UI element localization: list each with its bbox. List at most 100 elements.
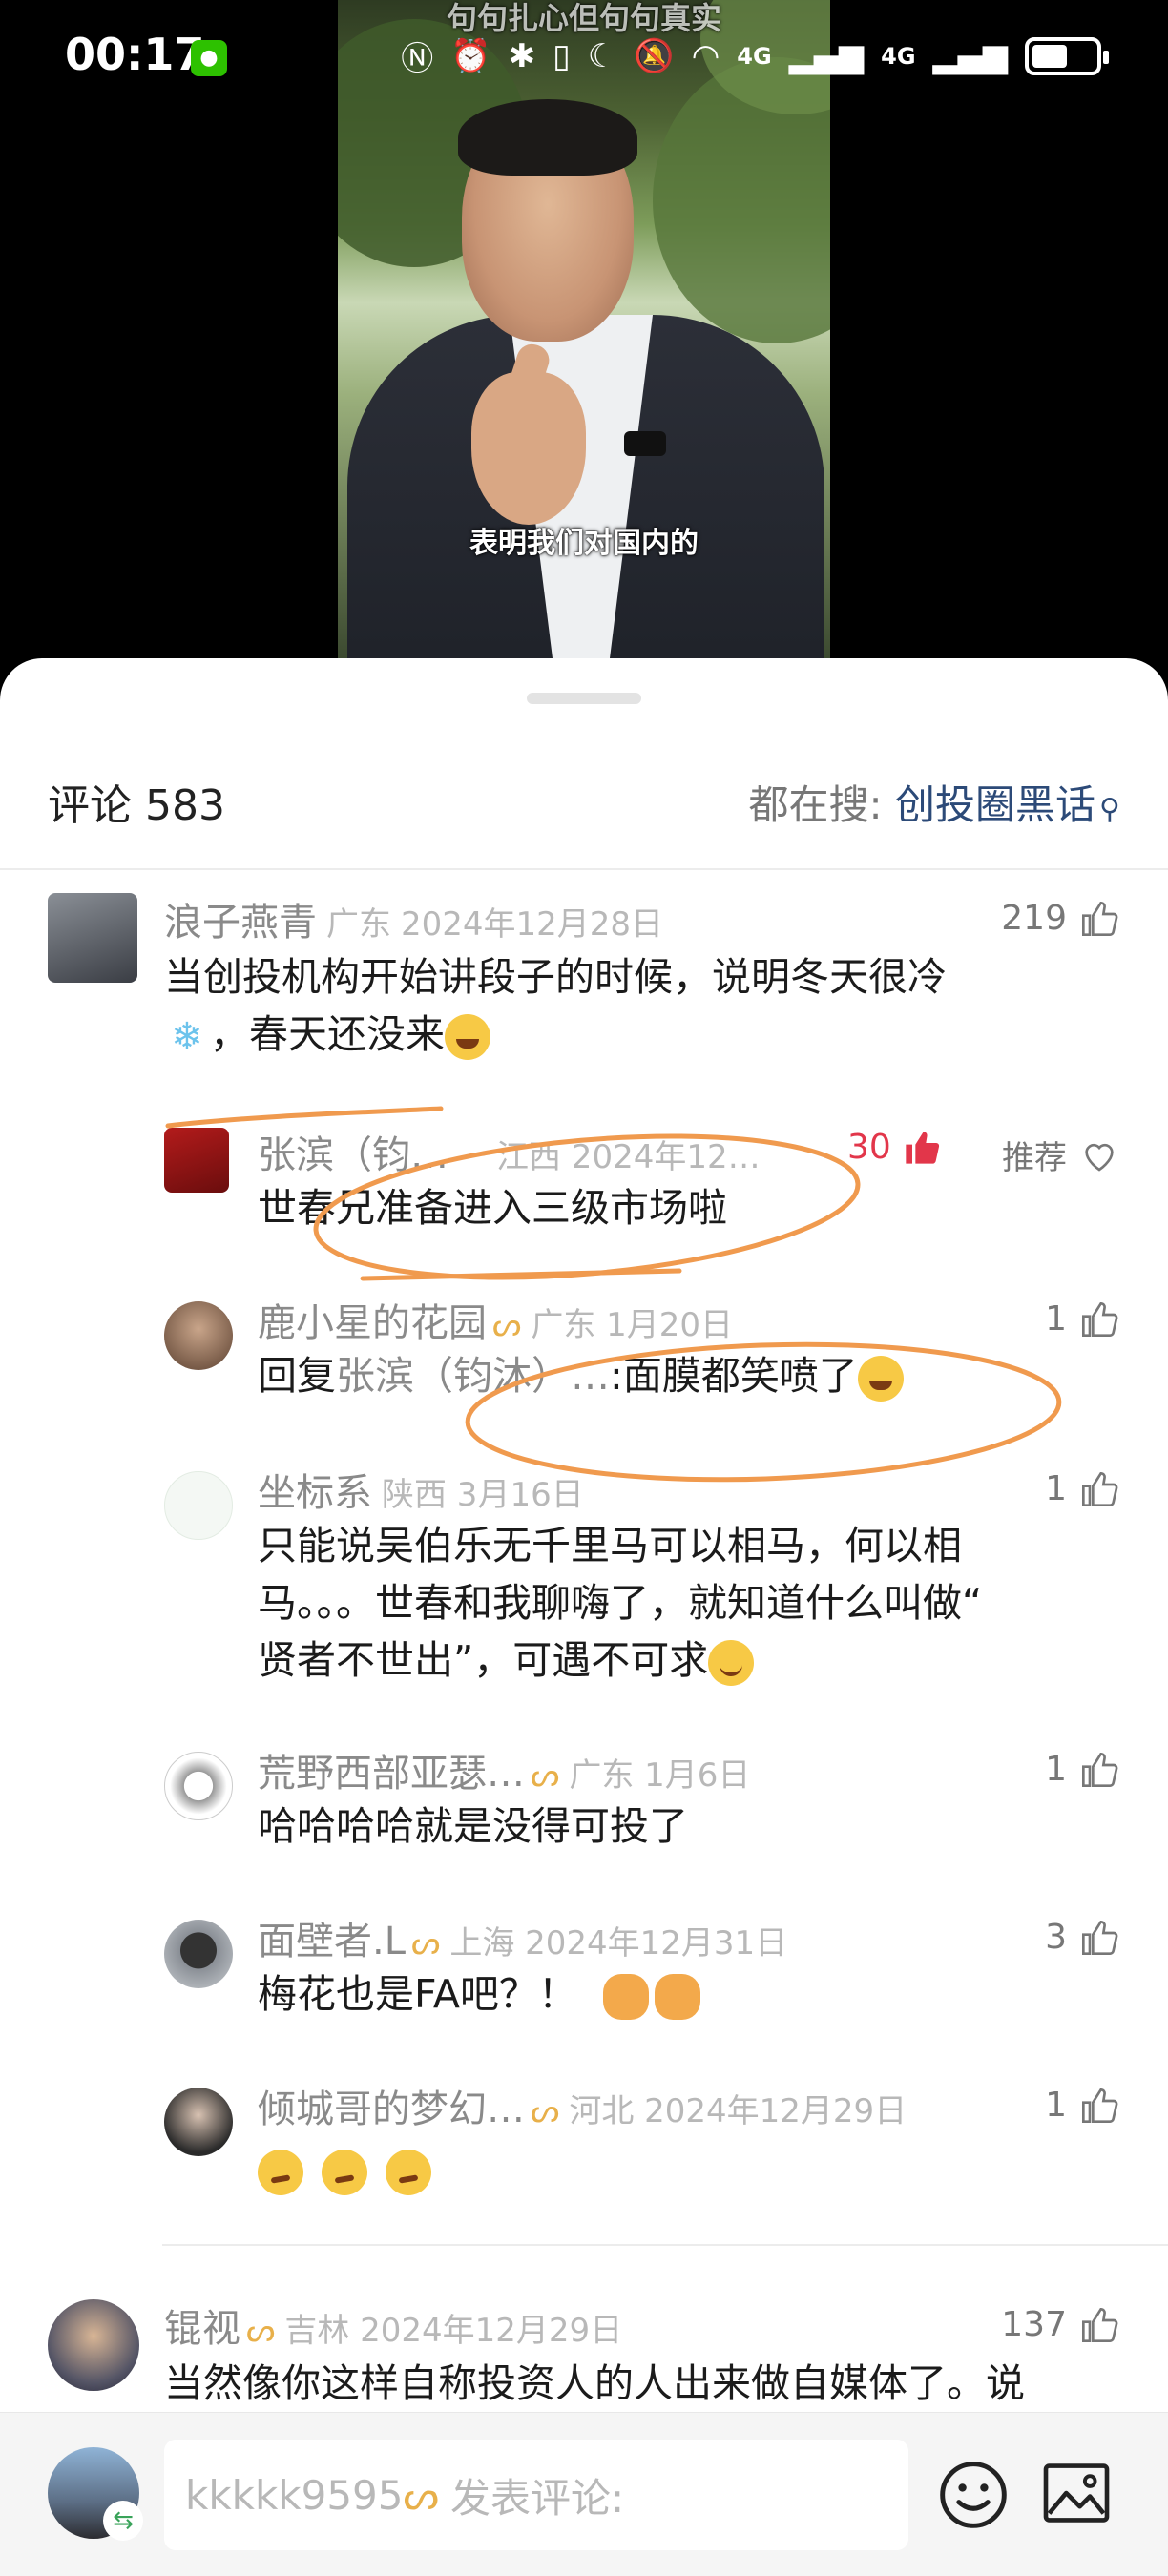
wifi-icon: ◠ (691, 36, 720, 75)
avatar[interactable] (164, 1471, 233, 1540)
status-icons: Ⓝ ⏰ ✱ ▯ ☾ 🔕 ◠ 4G ▂▄▆ 4G ▂▄▆ (401, 32, 1109, 79)
thumbs-up-icon (1082, 1920, 1118, 1955)
comment-meta: 上海 2024年12月31日 (449, 1924, 788, 1963)
hot-search-link[interactable]: 都在搜: 创投圈黑话 ⚲ (748, 773, 1120, 831)
doge-emoji (602, 1974, 649, 2020)
like-button[interactable]: 137 (1001, 2305, 1118, 2344)
like-count: 1 (1045, 1299, 1067, 1339)
author-name[interactable]: 鹿小星的花园 (258, 1301, 487, 1345)
avatar[interactable] (164, 1920, 233, 1988)
video-subtitle: 表明我们对国内的 (469, 527, 699, 560)
author-name[interactable]: 浪子燕青 (164, 901, 317, 945)
input-username: kkkkk9595 (185, 2471, 404, 2519)
thumbs-up-icon (1082, 1752, 1118, 1787)
moon-icon: ☾ (587, 36, 617, 75)
battery-icon (1025, 36, 1109, 75)
author-name[interactable]: 荒野西部亚瑟… (258, 1752, 525, 1796)
author-name[interactable]: 面壁者.L (258, 1920, 406, 1963)
comment-text: 哈哈哈哈就是没得可投了 (258, 1803, 688, 1849)
like-button-active[interactable]: 30 (847, 1128, 941, 1167)
network-4g-1: 4G (737, 42, 772, 70)
comment-meta: 江西 2024年12… (496, 1138, 761, 1176)
like-button[interactable]: 1 (1045, 1299, 1118, 1339)
comment-text-line: 贤者不世出”，可遇不可求 (258, 1637, 709, 1683)
image-icon[interactable] (1042, 2462, 1111, 2524)
thumbs-up-icon (1082, 1301, 1118, 1337)
avatar[interactable] (164, 1752, 233, 1820)
author-name[interactable]: 倾城哥的梦幻… (258, 2088, 525, 2131)
infinity-badge-icon: ᔕ (492, 1306, 522, 1344)
recommend-button[interactable]: 推荐 (1002, 1132, 1118, 1178)
signal-icon-2: ▂▄▆ (932, 36, 1008, 75)
thumbs-up-icon (1082, 2088, 1118, 2123)
header-divider (0, 868, 1168, 870)
recommend-label: 推荐 (1002, 1139, 1067, 1177)
avatar[interactable] (48, 893, 137, 983)
thinking-emoji (386, 2150, 432, 2195)
author-name[interactable]: 锟视 (164, 2307, 240, 2351)
snowflake-emoji: ❄ (171, 1015, 203, 1059)
thumbs-up-icon (1082, 1471, 1118, 1506)
like-button[interactable]: 1 (1045, 1469, 1118, 1508)
nfc-icon: Ⓝ (401, 40, 434, 78)
like-button[interactable]: 219 (1001, 899, 1118, 938)
comment-author[interactable]: 荒野西部亚瑟… ᔕ 广东 1月6日 (258, 1742, 750, 1797)
comment-count: 评论 583 (48, 781, 225, 830)
mute-icon: 🔕 (634, 36, 675, 75)
reply-prefix: 回复 (258, 1353, 336, 1399)
comment-author[interactable]: 倾城哥的梦幻… ᔕ 河北 2024年12月29日 (258, 2078, 907, 2133)
hot-search-term[interactable]: 创投圈黑话 (895, 781, 1095, 828)
comment-text: 当然像你这样自称投资人的人出来做自媒体了。说 (164, 2360, 1025, 2406)
author-name[interactable]: 坐标系 (258, 1471, 372, 1515)
comment-author[interactable]: 锟视 ᔕ 吉林 2024年12月29日 (164, 2297, 622, 2353)
comment-text-line: 梅花也是FA吧？！ (258, 1971, 577, 2017)
comment-text (258, 2141, 1116, 2198)
reply-target[interactable]: 张滨（钧沐）… (336, 1353, 610, 1399)
comment-text-line: :面膜都笑喷了 (610, 1353, 858, 1399)
switch-account-icon[interactable]: ⇆ (103, 2501, 143, 2541)
infinity-badge-icon: ᔕ (246, 2312, 276, 2350)
comment-input-bar: ⇆ kkkkk9595 ᔕ 发表评论: (0, 2412, 1168, 2576)
comment-author[interactable]: 坐标系 陕西 3月16日 (258, 1462, 584, 1517)
comment-text: 回复张滨（钧沐）…:面膜都笑喷了 (258, 1347, 1116, 1404)
alarm-icon: ⏰ (450, 36, 491, 75)
comment-author[interactable]: 鹿小星的花园 ᔕ 广东 1月20日 (258, 1292, 733, 1347)
comment-text: 只能说吴伯乐无千里马可以相马，何以相 马。。。世春和我聊嗨了，就知道什么叫做“ … (258, 1517, 1126, 1689)
smile-emoji (708, 1640, 755, 1686)
smiley-icon[interactable] (937, 2459, 1010, 2531)
wechat-icon: ● (191, 40, 227, 76)
doge-emoji (654, 1974, 700, 2020)
input-placeholder: 发表评论: (449, 2474, 625, 2522)
comment-text-line: 当创投机构开始讲段子的时候，说明冬天很冷 (164, 954, 947, 1000)
presenter-hand (471, 372, 586, 525)
laughing-crying-emoji (445, 1014, 490, 1060)
comment-author[interactable]: 浪子燕青 广东 2024年12月28日 (164, 891, 663, 946)
status-time: 00:17 (65, 29, 205, 80)
comment-text-line: 马。。。世春和我聊嗨了，就知道什么叫做“ (258, 1580, 983, 1626)
like-button[interactable]: 3 (1045, 1918, 1118, 1957)
author-name[interactable]: 张滨（钧… (258, 1133, 448, 1177)
like-count: 1 (1045, 1750, 1067, 1789)
lapel-mic (624, 431, 666, 456)
comment-author[interactable]: 面壁者.L ᔕ 上海 2024年12月31日 (258, 1910, 787, 1965)
signal-icon: ▂▄▆ (788, 36, 865, 75)
comment-text-line: 只能说吴伯乐无千里马可以相马，何以相 (258, 1523, 962, 1568)
comment-input[interactable]: kkkkk9595 ᔕ 发表评论: (164, 2440, 908, 2550)
sheet-drag-handle[interactable] (527, 693, 641, 704)
infinity-badge-icon: ᔕ (411, 1924, 441, 1963)
like-count: 30 (847, 1128, 891, 1167)
comment-meta: 河北 2024年12月29日 (569, 2092, 907, 2130)
status-bar: 00:17 ● Ⓝ ⏰ ✱ ▯ ☾ 🔕 ◠ 4G ▂▄▆ 4G ▂▄▆ (0, 0, 1168, 114)
avatar[interactable] (164, 2088, 233, 2156)
comment-location: 广东 (326, 905, 391, 944)
like-button[interactable]: 1 (1045, 1750, 1118, 1789)
comment-header: 评论 583 都在搜: 创投圈黑话 ⚲ (0, 771, 1168, 870)
comment-sheet: 评论 583 都在搜: 创投圈黑话 ⚲ 浪子燕青 广东 2024年12月28日 219… (0, 658, 1168, 2576)
comment-author[interactable]: 张滨（钧… 江西 2024年12… (258, 1124, 761, 1179)
avatar[interactable] (48, 2299, 139, 2391)
like-count: 1 (1045, 1469, 1067, 1508)
avatar[interactable] (164, 1128, 229, 1193)
avatar[interactable] (164, 1301, 233, 1370)
comment-text-line: ，春天还没来 (210, 1011, 445, 1057)
like-button[interactable]: 1 (1045, 2086, 1118, 2125)
